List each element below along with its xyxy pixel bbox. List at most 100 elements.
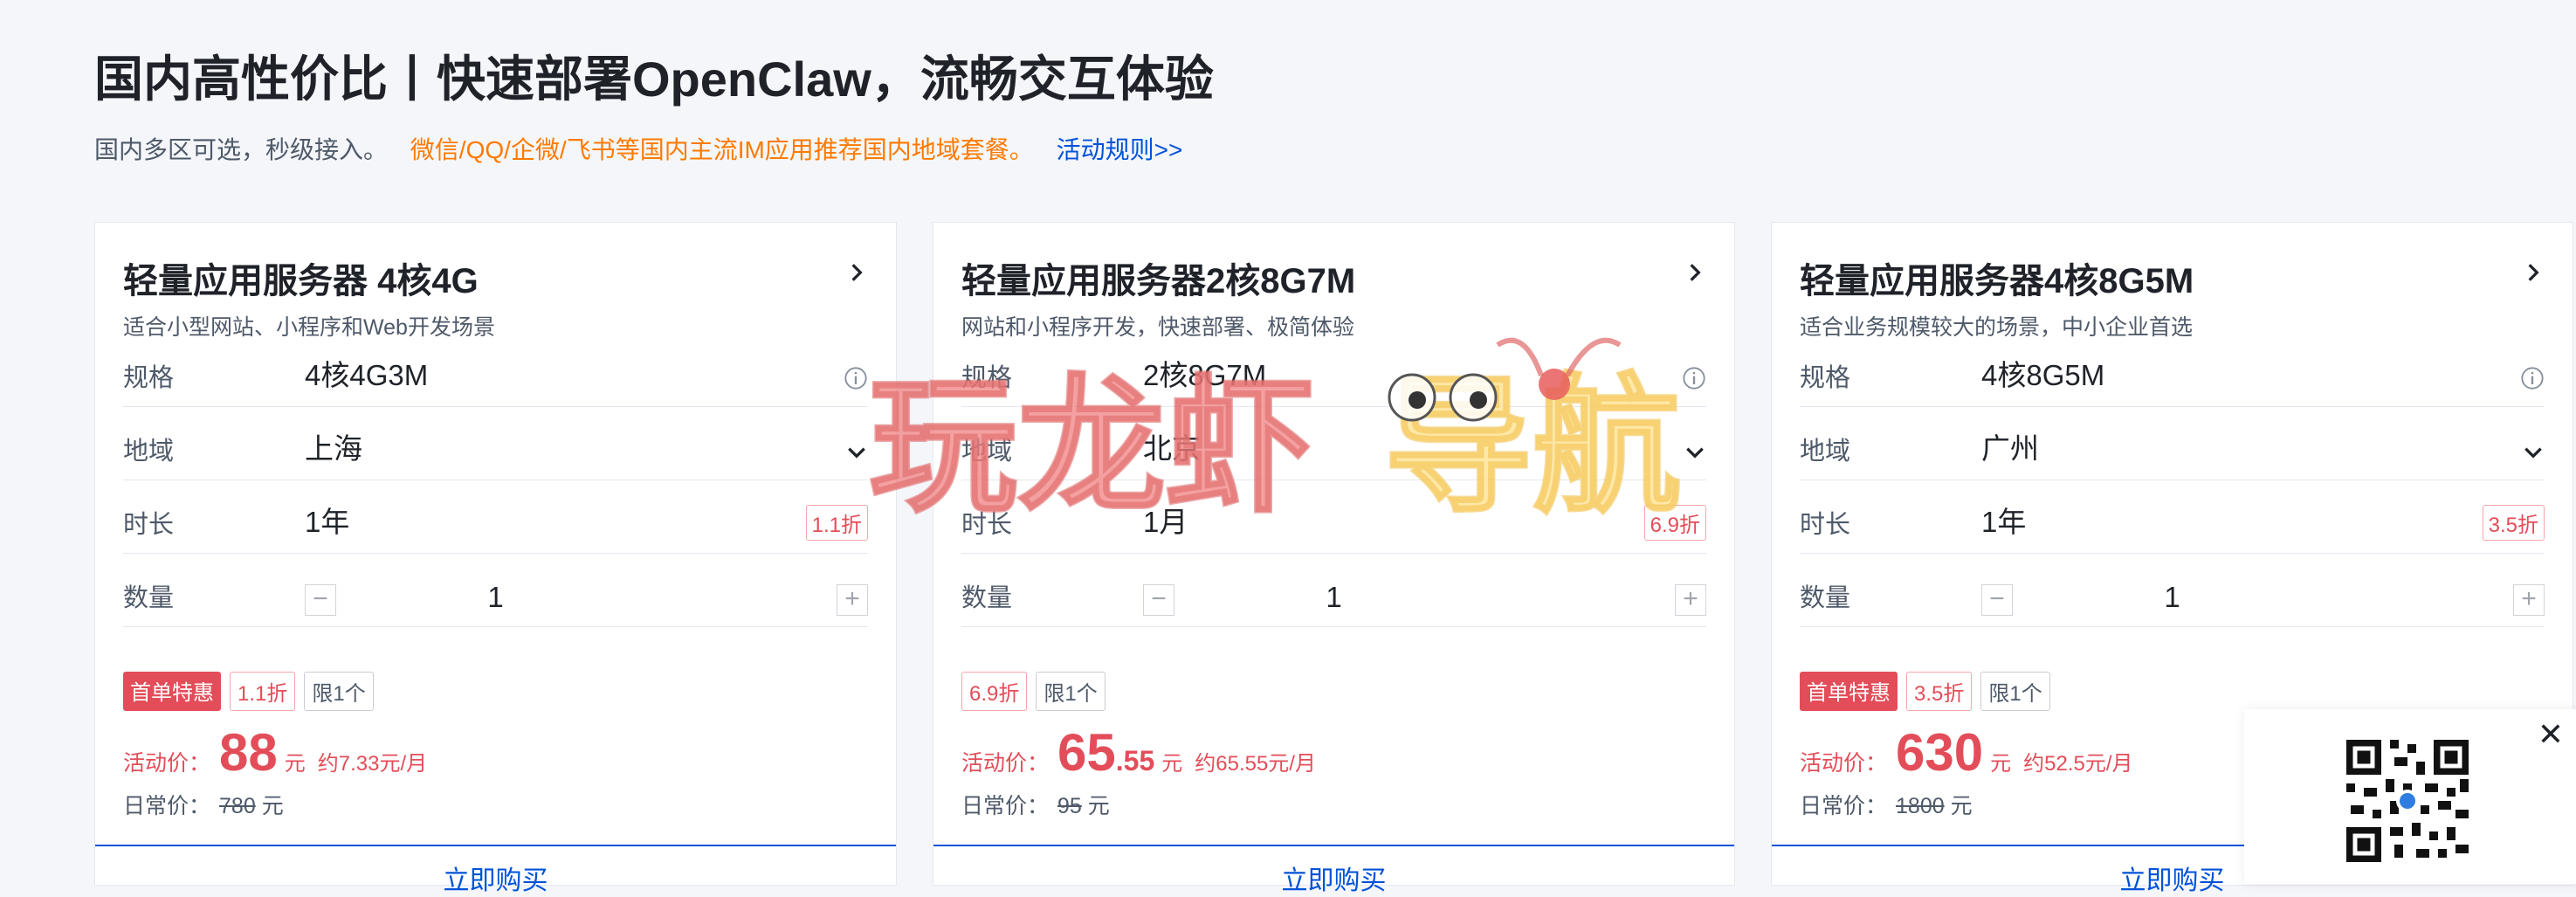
activity-price-label: 活动价： — [123, 751, 211, 776]
first-order-badge: 首单特惠 — [1800, 672, 1898, 711]
chevron-right-icon[interactable] — [845, 261, 868, 284]
daily-price-unit: 元 — [261, 794, 284, 818]
chevron-down-icon[interactable] — [845, 441, 868, 464]
first-order-badge: 首单特惠 — [123, 672, 221, 711]
spec-row: 规格 4核4G3M — [123, 333, 868, 407]
plus-icon[interactable]: + — [1675, 584, 1706, 616]
plus-icon[interactable]: + — [837, 584, 868, 616]
qr-code-panel: ✕ — [2244, 709, 2576, 884]
price-value: 630 — [1896, 723, 1984, 782]
chevron-down-icon[interactable] — [1684, 441, 1706, 464]
minus-icon[interactable]: − — [1143, 584, 1174, 616]
duration-discount-badge: 3.5折 — [2482, 505, 2545, 541]
region-row[interactable]: 地域 北京 — [961, 406, 1706, 480]
badge-row: 首单特惠 1.1折 限1个 — [123, 672, 374, 711]
page-subtitle: 国内多区可选，秒级接入。 微信/QQ/企微/飞书等国内主流IM应用推荐国内地域套… — [94, 131, 1182, 166]
discount-badge: 6.9折 — [961, 672, 1028, 711]
region-select[interactable]: 上海 — [305, 425, 362, 467]
daily-price-label: 日常价： — [961, 794, 1050, 818]
activity-price: 活动价： 630 元约52.5元/月 — [1800, 722, 2133, 783]
buy-now-button[interactable]: 立即购买 — [933, 845, 1734, 897]
chevron-right-icon[interactable] — [2522, 261, 2545, 284]
chevron-right-icon[interactable] — [1684, 261, 1706, 284]
duration-row[interactable]: 时长 1年 3.5折 — [1800, 480, 2545, 554]
duration-select[interactable]: 1年 — [1981, 499, 2026, 541]
quantity-value[interactable]: 1 — [123, 581, 868, 614]
price-value: 65 — [1057, 723, 1116, 782]
product-card: 轻量应用服务器 4核4G 适合小型网站、小程序和Web开发场景 规格 4核4G3… — [94, 222, 897, 895]
duration-row[interactable]: 时长 1年 1.1折 — [123, 480, 868, 554]
spec-label: 规格 — [961, 364, 1013, 392]
info-icon[interactable] — [1682, 366, 1706, 390]
limit-badge: 限1个 — [304, 672, 374, 711]
spec-label: 规格 — [1800, 364, 1851, 392]
minus-icon[interactable]: − — [1981, 584, 2013, 616]
info-icon[interactable] — [844, 366, 868, 390]
monthly-price: 约52.5元/月 — [2023, 752, 2133, 776]
duration-discount-badge: 1.1折 — [805, 505, 868, 541]
minus-icon[interactable]: − — [305, 584, 336, 616]
spec-value: 4核8G5M — [1981, 359, 2105, 391]
plus-icon[interactable]: + — [2513, 584, 2545, 616]
region-label: 地域 — [123, 438, 175, 466]
card-title: 轻量应用服务器 4核4G — [123, 262, 479, 300]
region-label: 地域 — [1800, 438, 1851, 466]
duration-row[interactable]: 时长 1月 6.9折 — [961, 480, 1706, 554]
region-select[interactable]: 北京 — [1143, 425, 1201, 467]
duration-label: 时长 — [1800, 511, 1851, 539]
daily-price-label: 日常价： — [1800, 794, 1888, 818]
badge-row: 首单特惠 3.5折 限1个 — [1800, 672, 2050, 711]
chevron-down-icon[interactable] — [2522, 441, 2545, 464]
spec-row: 规格 4核8G5M — [1800, 333, 2545, 407]
discount-badge: 3.5折 — [1906, 672, 1973, 711]
duration-select[interactable]: 1年 — [305, 499, 349, 541]
region-select[interactable]: 广州 — [1981, 425, 2039, 467]
daily-price-label: 日常价： — [123, 794, 211, 818]
price-unit: 元 — [1161, 752, 1183, 776]
subtitle-text: 国内多区可选，秒级接入。 — [94, 136, 389, 163]
monthly-price: 约7.33元/月 — [317, 752, 428, 776]
daily-price: 日常价： 95 元 — [961, 789, 1110, 820]
quantity-value[interactable]: 1 — [961, 581, 1706, 614]
daily-price-unit: 元 — [1087, 794, 1110, 818]
region-label: 地域 — [961, 438, 1013, 466]
activity-price: 活动价： 88 元约7.33元/月 — [123, 722, 427, 783]
limit-badge: 限1个 — [1980, 672, 2050, 711]
card-title: 轻量应用服务器2核8G7M — [961, 262, 1356, 300]
quantity-row: 数量 1 − + — [961, 553, 1706, 627]
activity-price-label: 活动价： — [961, 751, 1050, 776]
close-icon[interactable]: ✕ — [2538, 716, 2564, 753]
quantity-value[interactable]: 1 — [1800, 581, 2545, 614]
daily-price-value: 1800 — [1896, 794, 1945, 818]
daily-price-unit: 元 — [1950, 794, 1973, 818]
card-title: 轻量应用服务器4核8G5M — [1800, 262, 2194, 300]
duration-label: 时长 — [961, 511, 1013, 539]
spec-label: 规格 — [123, 364, 175, 392]
spec-value: 4核4G3M — [305, 359, 429, 391]
discount-badge: 1.1折 — [230, 672, 296, 711]
badge-row: 6.9折 限1个 — [961, 672, 1105, 711]
spec-value: 2核8G7M — [1143, 359, 1267, 391]
info-icon[interactable] — [2520, 366, 2545, 390]
price-value: 88 — [219, 723, 278, 782]
activity-rules-link[interactable]: 活动规则>> — [1057, 136, 1183, 163]
qr-code-icon — [2342, 735, 2473, 866]
activity-price: 活动价： 65.55 元约65.55元/月 — [961, 722, 1316, 783]
activity-price-label: 活动价： — [1800, 751, 1888, 776]
region-row[interactable]: 地域 上海 — [123, 406, 868, 480]
promo-text: 微信/QQ/企微/飞书等国内主流IM应用推荐国内地域套餐。 — [410, 136, 1034, 163]
limit-badge: 限1个 — [1036, 672, 1105, 711]
price-decimal: .55 — [1115, 745, 1155, 776]
spec-row: 规格 2核8G7M — [961, 333, 1706, 407]
daily-price-value: 780 — [219, 794, 256, 818]
duration-label: 时长 — [123, 511, 175, 539]
daily-price: 日常价： 780 元 — [123, 789, 284, 820]
page-title: 国内高性价比丨快速部署OpenClaw，流畅交互体验 — [94, 52, 1214, 107]
daily-price-value: 95 — [1057, 794, 1082, 818]
quantity-row: 数量 1 − + — [1800, 553, 2545, 627]
region-row[interactable]: 地域 广州 — [1800, 406, 2545, 480]
duration-select[interactable]: 1月 — [1143, 499, 1188, 541]
daily-price: 日常价： 1800 元 — [1800, 789, 1973, 820]
buy-now-button[interactable]: 立即购买 — [95, 845, 896, 897]
price-unit: 元 — [1990, 752, 2012, 776]
